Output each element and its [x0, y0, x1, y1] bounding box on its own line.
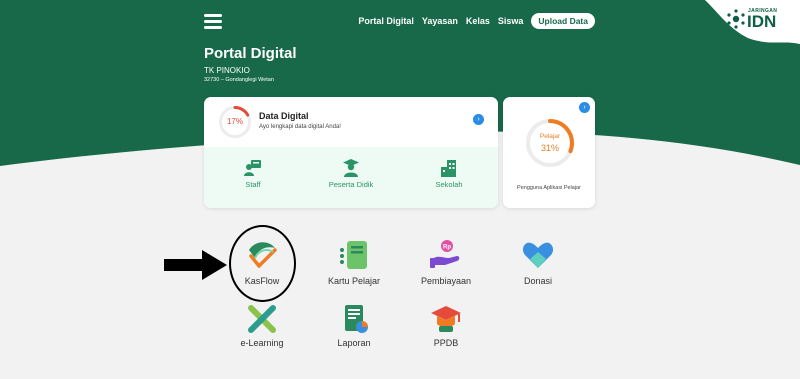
page-title: Portal Digital [204, 45, 297, 62]
data-digital-arrow-button[interactable]: › [473, 114, 484, 125]
data-digital-progress-ring: 17% [218, 105, 252, 139]
menu-laporan-label: Laporan [337, 338, 371, 348]
staff-icon [244, 160, 261, 176]
menu-laporan[interactable]: Laporan [309, 304, 399, 348]
stats-row: Staff Peserta Didik Sekolah [204, 147, 498, 208]
stat-peserta-didik[interactable]: Peserta Didik [302, 147, 400, 208]
elearning-icon [248, 305, 276, 333]
nav-yayasan[interactable]: Yayasan [422, 16, 458, 26]
report-icon [345, 305, 368, 333]
svg-text:Rp: Rp [443, 245, 451, 251]
menu-kartu-pelajar[interactable]: Kartu Pelajar [309, 238, 399, 286]
brand-big-text: IDN [747, 12, 777, 31]
student-card-icon [340, 241, 367, 269]
nav-kelas[interactable]: Kelas [466, 16, 490, 26]
menu-donasi[interactable]: Donasi [493, 238, 583, 286]
menu-donasi-label: Donasi [523, 276, 552, 286]
school-name: TK PINOKIO [204, 66, 250, 75]
donation-icon [522, 242, 554, 268]
menu-e-learning-label: e-Learning [240, 338, 284, 348]
menu-pembiayaan[interactable]: Rp Pembiayaan [401, 238, 491, 286]
stat-staff-label: Staff [245, 180, 261, 189]
pelajar-progress-ring: Pelajar 31% [524, 117, 576, 169]
pointer-arrow-icon [164, 250, 227, 280]
data-digital-subtitle: Ayo lengkapi data digital Anda! [259, 124, 341, 130]
school-icon [441, 160, 456, 177]
data-digital-card: 17% Data Digital Ayo lengkapi data digit… [204, 97, 498, 208]
pelajar-caption: Pengguna Aplikasi Pelajar [517, 185, 581, 191]
pelajar-percent: 31% [540, 143, 559, 153]
payment-icon: Rp [430, 240, 460, 268]
ppdb-icon [431, 306, 461, 332]
student-icon [343, 159, 359, 177]
jaringan-idn-logo[interactable]: JARINGAN IDN [726, 6, 786, 30]
pelajar-label: Pelajar [539, 133, 561, 140]
nav-portal-digital[interactable]: Portal Digital [358, 16, 414, 26]
stat-sekolah-label: Sekolah [435, 180, 463, 189]
stat-staff[interactable]: Staff [204, 147, 302, 208]
nav-links: Portal Digital Yayasan Kelas Siswa Uploa… [358, 13, 595, 29]
data-digital-percent: 17% [226, 117, 243, 126]
upload-data-button[interactable]: Upload Data [531, 13, 595, 29]
menu-ppdb-label: PPDB [433, 338, 459, 348]
pelajar-card: › Pelajar 31% Pengguna Aplikasi Pelajar [503, 97, 595, 208]
stat-peserta-didik-label: Peserta Didik [328, 180, 374, 189]
nav-siswa[interactable]: Siswa [498, 16, 524, 26]
idn-logo-icon [727, 9, 745, 29]
menu-kartu-pelajar-label: Kartu Pelajar [327, 276, 381, 286]
stat-sekolah[interactable]: Sekolah [400, 147, 498, 208]
menu-ppdb[interactable]: PPDB [401, 304, 491, 348]
highlight-circle [229, 225, 296, 302]
top-navigation: Portal Digital Yayasan Kelas Siswa Uploa… [204, 13, 595, 31]
menu-e-learning[interactable]: e-Learning [217, 304, 307, 348]
menu-hamburger-icon[interactable] [204, 14, 222, 29]
menu-pembiayaan-label: Pembiayaan [420, 276, 472, 286]
pelajar-arrow-button[interactable]: › [579, 102, 590, 113]
school-address: 32730 – Gondanglegi Wetan [204, 77, 274, 83]
data-digital-title: Data Digital [259, 111, 309, 121]
